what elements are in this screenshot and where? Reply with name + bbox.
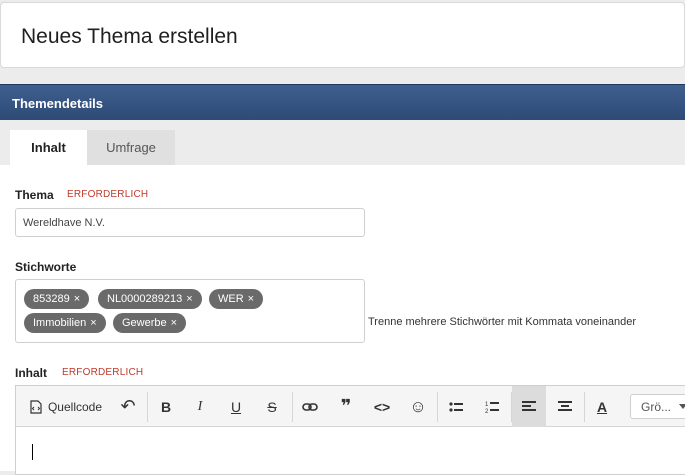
quote-button[interactable]: ❞ xyxy=(329,386,363,427)
bold-button[interactable]: B xyxy=(150,386,182,427)
chevron-down-icon xyxy=(679,404,685,409)
emoji-button[interactable]: ☺ xyxy=(401,386,435,427)
tag-chip: NL0000289213 × xyxy=(98,289,202,309)
tab-inhalt[interactable]: Inhalt xyxy=(10,130,87,165)
remove-tag-icon[interactable]: × xyxy=(90,317,96,329)
align-left-button[interactable] xyxy=(512,386,546,427)
stichworte-hint: Trenne mehrere Stichwörter mit Kommata v… xyxy=(368,316,636,328)
thema-input[interactable]: Wereldhave N.V. xyxy=(15,208,365,237)
tag-label: NL0000289213 xyxy=(107,293,183,305)
remove-tag-icon[interactable]: × xyxy=(248,293,254,305)
text-color-button[interactable]: A xyxy=(585,386,619,427)
text-cursor xyxy=(32,444,33,460)
remove-tag-icon[interactable]: × xyxy=(186,293,192,305)
numbered-list-button[interactable]: 12 xyxy=(475,386,509,427)
code-button[interactable]: <> xyxy=(365,386,399,427)
svg-text:1: 1 xyxy=(485,402,489,408)
stichworte-input[interactable]: 853289 × NL0000289213 × WER × Immobilien × G… xyxy=(15,279,365,343)
tag-label: Immobilien xyxy=(33,317,87,329)
panel-header: Themendetails xyxy=(0,84,685,120)
remove-tag-icon[interactable]: × xyxy=(74,293,80,305)
tag-label: 853289 xyxy=(33,293,70,305)
remove-tag-icon[interactable]: × xyxy=(171,317,177,329)
source-code-button[interactable]: Quellcode xyxy=(20,386,112,427)
undo-button[interactable]: ↶ xyxy=(113,386,143,427)
italic-button[interactable]: I xyxy=(184,386,216,427)
align-center-button[interactable] xyxy=(548,386,582,427)
thema-required-badge: ERFORDERLICH xyxy=(67,189,149,200)
toolbar-divider xyxy=(437,392,438,422)
tab-umfrage[interactable]: Umfrage xyxy=(87,130,175,165)
bulleted-list-icon xyxy=(449,401,463,412)
thema-label: Thema xyxy=(15,188,54,202)
editor-toolbar: Quellcode ↶ B I U S ❞ <> ☺ 12 A Grö... xyxy=(16,386,685,427)
tab-bar: Inhalt Umfrage xyxy=(0,120,685,165)
link-icon xyxy=(302,402,318,411)
tag-chip: WER × xyxy=(209,289,264,309)
page-title-card: Neues Thema erstellen xyxy=(0,2,685,68)
numbered-list-icon: 12 xyxy=(485,401,499,414)
page-title: Neues Thema erstellen xyxy=(21,25,238,48)
tag-label: Gewerbe xyxy=(122,317,167,329)
tag-chip: Gewerbe × xyxy=(113,313,187,333)
tag-chip: Immobilien × xyxy=(24,313,106,333)
source-code-label: Quellcode xyxy=(47,399,103,414)
align-left-icon xyxy=(522,400,536,411)
inhalt-required-badge: ERFORDERLICH xyxy=(62,367,144,378)
source-file-icon xyxy=(30,399,42,414)
inhalt-label: Inhalt xyxy=(15,366,47,380)
stichworte-label: Stichworte xyxy=(15,260,77,274)
strikethrough-button[interactable]: S xyxy=(256,386,288,427)
tag-chip: 853289 × xyxy=(24,289,90,309)
font-size-dropdown[interactable]: Grö... xyxy=(630,394,685,419)
topic-details-panel: Themendetails Inhalt Umfrage Thema ERFOR… xyxy=(0,84,685,475)
align-center-icon xyxy=(558,400,572,411)
rich-text-editor: Quellcode ↶ B I U S ❞ <> ☺ 12 A Grö... xyxy=(15,385,685,475)
svg-text:2: 2 xyxy=(485,409,489,414)
link-button[interactable] xyxy=(293,386,327,427)
bulleted-list-button[interactable] xyxy=(439,386,473,427)
font-size-label: Grö... xyxy=(641,400,672,414)
underline-button[interactable]: U xyxy=(220,386,252,427)
toolbar-divider xyxy=(147,392,148,422)
tag-label: WER xyxy=(218,293,244,305)
